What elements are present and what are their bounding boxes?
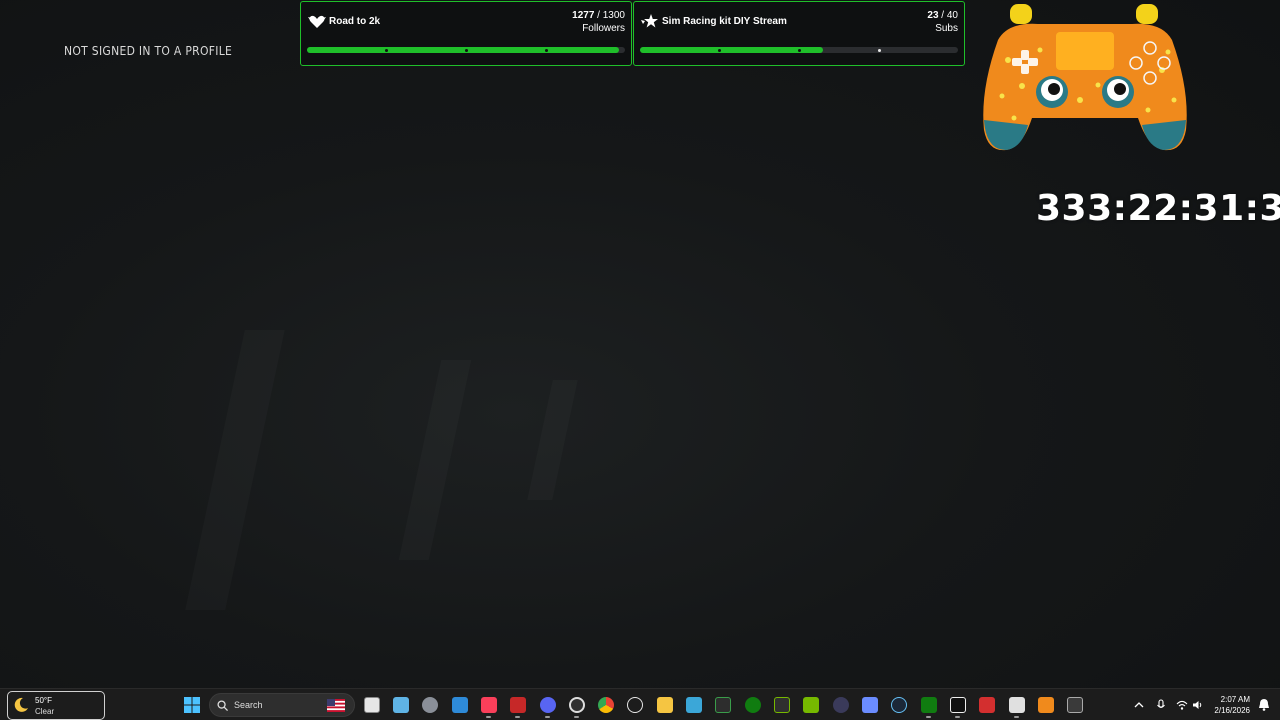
star-wings-icon: [641, 14, 658, 28]
goal-current: 1277: [572, 10, 595, 21]
photos-icon[interactable]: [452, 697, 468, 713]
nvidia-app-icon[interactable]: [774, 697, 790, 713]
snipping-tool-icon[interactable]: [393, 697, 409, 713]
taskbar-clock[interactable]: 2:07 AM 2/16/2026: [1214, 694, 1250, 716]
goal-milestone-marker: [465, 48, 468, 52]
gamepad-overlay-icon: [983, 4, 1187, 151]
affinity-icon[interactable]: [1038, 697, 1054, 713]
game-controller-icon[interactable]: [862, 697, 878, 713]
weather-widget[interactable]: 50°F Clear: [7, 691, 105, 720]
running-indicator: [515, 716, 520, 718]
chevron-up-icon[interactable]: [1133, 699, 1145, 711]
goal-separator: /: [938, 10, 947, 21]
goal-count: 23 / 40: [927, 10, 958, 21]
follower-goal-widget: Road to 2k 1277 / 1300 Followers: [300, 1, 632, 66]
settings-icon[interactable]: [422, 697, 438, 713]
speaker-icon[interactable]: [1192, 699, 1204, 711]
windows-start-icon[interactable]: [184, 697, 200, 713]
notepad-icon[interactable]: [686, 697, 702, 713]
goal-separator: /: [594, 10, 603, 21]
goal-milestone-marker: [385, 48, 388, 52]
microphone-icon[interactable]: [1155, 699, 1167, 711]
search-icon: [217, 700, 228, 711]
elgato-icon[interactable]: [833, 697, 849, 713]
file-explorer-icon[interactable]: [657, 697, 673, 713]
goal-milestone-marker: [878, 48, 881, 52]
running-indicator: [955, 716, 960, 718]
goal-unit: Followers: [582, 23, 625, 34]
chatgpt-icon[interactable]: [627, 697, 643, 713]
xbox-icon[interactable]: [745, 697, 761, 713]
taskbar: 50°F Clear Search 2:07 AM 2/16/2026: [0, 688, 1280, 720]
goal-target: 40: [946, 10, 958, 21]
goal-progress-fill: [640, 47, 823, 53]
task-view-icon[interactable]: [364, 697, 380, 713]
us-flag-icon: [327, 699, 345, 712]
search-label: Search: [234, 700, 263, 710]
clock-date: 2/16/2026: [1214, 706, 1250, 715]
steam-icon[interactable]: [891, 697, 907, 713]
goal-target: 1300: [602, 10, 625, 21]
heart-wings-icon: [308, 15, 326, 28]
profile-status-text: NOT SIGNED IN TO A PROFILE: [64, 44, 233, 58]
goal-milestone-marker: [545, 48, 548, 52]
discord-icon[interactable]: [540, 697, 556, 713]
running-indicator: [486, 716, 491, 718]
xbox-game-bar-icon[interactable]: [921, 697, 937, 713]
msi-afterburner-icon[interactable]: [979, 697, 995, 713]
goal-progress-track: [640, 47, 958, 53]
goal-title: Sim Racing kit DIY Stream: [662, 16, 787, 27]
sub-goal-widget: Sim Racing kit DIY Stream 23 / 40 Subs: [633, 1, 965, 66]
weather-condition: Clear: [35, 707, 55, 716]
goal-unit: Subs: [935, 23, 958, 34]
running-indicator: [574, 716, 579, 718]
goal-count: 1277 / 1300: [572, 10, 625, 21]
taskbar-search-box[interactable]: Search: [209, 693, 355, 717]
goal-progress-fill: [307, 47, 620, 53]
terminal-icon[interactable]: [715, 697, 731, 713]
goal-progress-track: [307, 47, 625, 53]
cursor-app-icon[interactable]: [1009, 697, 1025, 713]
moon-icon: [14, 697, 28, 712]
apple-music-icon[interactable]: [481, 697, 497, 713]
streamdeck-icon[interactable]: [950, 697, 966, 713]
nvidia-icon[interactable]: [803, 697, 819, 713]
goal-milestone-marker: [718, 48, 721, 52]
clock-time: 2:07 AM: [1220, 695, 1250, 704]
voicemeeter-icon[interactable]: [510, 697, 526, 713]
running-indicator: [1014, 716, 1019, 718]
goal-current: 23: [927, 10, 939, 21]
running-indicator: [545, 716, 550, 718]
goal-title: Road to 2k: [329, 16, 381, 27]
chrome-icon[interactable]: [598, 697, 614, 713]
notification-bell-icon[interactable]: [1258, 698, 1270, 711]
goal-milestone-marker: [798, 48, 801, 52]
weather-temperature: 50°F: [35, 696, 52, 705]
wifi-icon[interactable]: [1176, 699, 1188, 711]
audio-mixer-icon[interactable]: [1067, 697, 1083, 713]
stream-uptime-timer: 333:22:31:32: [1036, 188, 1280, 229]
obs-icon[interactable]: [569, 697, 585, 713]
running-indicator: [926, 716, 931, 718]
